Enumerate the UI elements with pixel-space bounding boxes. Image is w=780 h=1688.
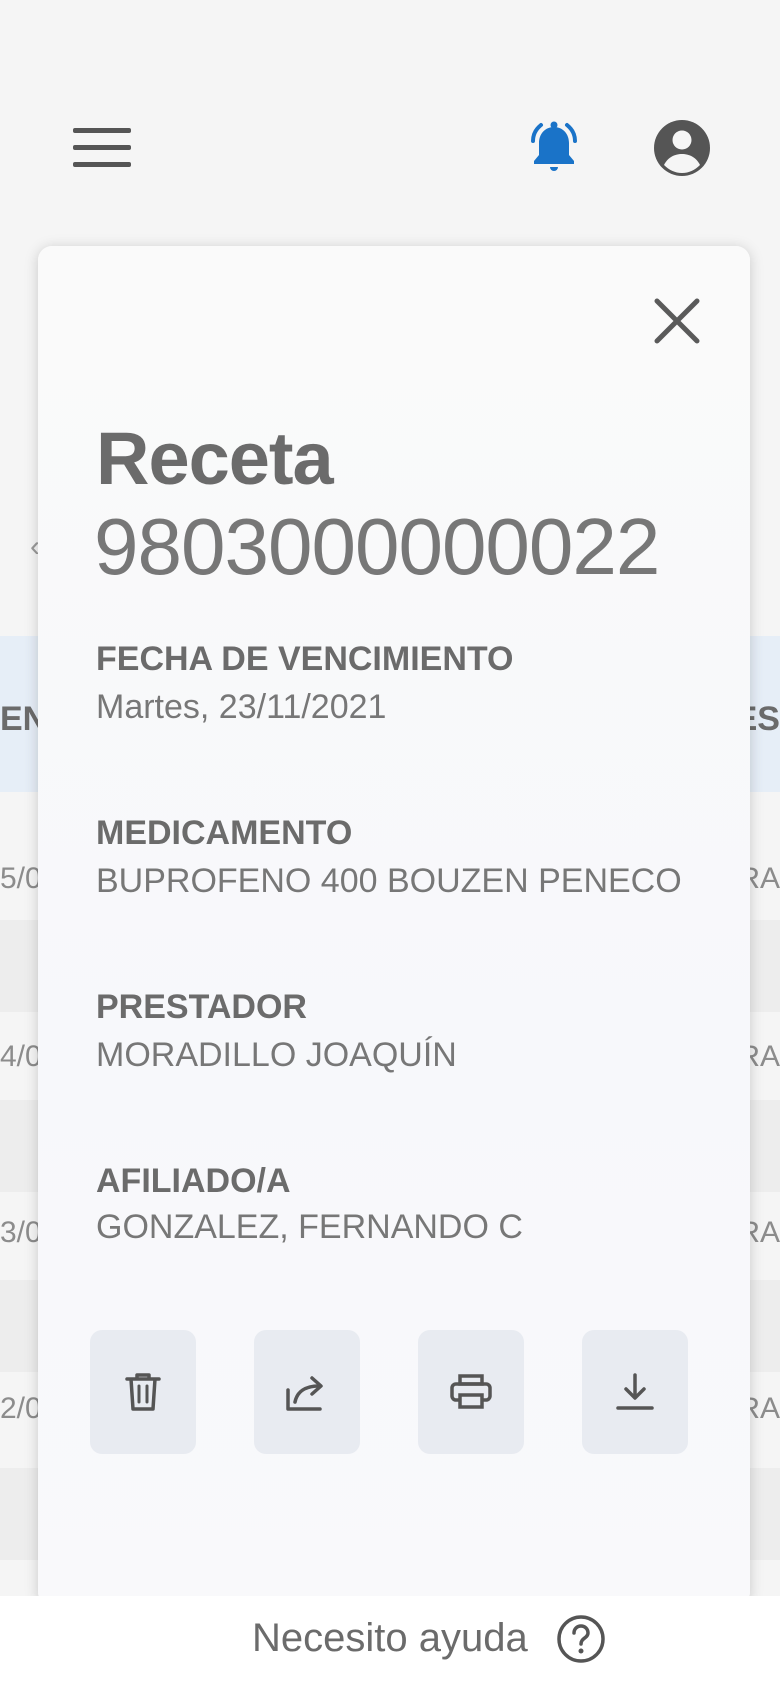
trash-icon bbox=[125, 1373, 161, 1411]
printer-icon bbox=[450, 1374, 492, 1409]
help-label[interactable]: Necesito ayuda bbox=[252, 1616, 528, 1661]
medication-label: MEDICAMENTO bbox=[96, 814, 353, 852]
page: ‹ EN RES 5/09 RA 4/07 RA 3/0 RA 2/03 RA … bbox=[0, 0, 780, 1688]
bell-ringing-icon bbox=[531, 121, 577, 171]
provider-label: PRESTADOR bbox=[96, 988, 307, 1026]
prescription-number: 9803000000022 bbox=[94, 502, 660, 591]
background-row-date: 3/0 bbox=[0, 1216, 42, 1249]
download-button[interactable] bbox=[582, 1330, 688, 1454]
share-button[interactable] bbox=[254, 1330, 360, 1454]
affiliate-label: AFILIADO/A bbox=[96, 1162, 291, 1200]
menu-button[interactable] bbox=[66, 118, 138, 178]
provider-value: MORADILLO JOAQUÍN bbox=[96, 1036, 457, 1074]
share-icon bbox=[286, 1376, 323, 1411]
question-circle-icon[interactable] bbox=[556, 1614, 606, 1664]
help-bar[interactable]: Necesito ayuda bbox=[0, 1596, 780, 1688]
modal-title: Receta bbox=[96, 417, 334, 500]
delete-button[interactable] bbox=[90, 1330, 196, 1454]
close-button[interactable] bbox=[642, 286, 712, 356]
affiliate-value: GONZALEZ, FERNANDO C bbox=[96, 1208, 523, 1246]
close-icon bbox=[654, 298, 700, 344]
download-icon bbox=[616, 1373, 654, 1410]
expiration-date-value: Martes, 23/11/2021 bbox=[96, 688, 387, 726]
top-app-bar bbox=[0, 0, 780, 230]
account-button[interactable] bbox=[646, 112, 718, 184]
expiration-date-label: FECHA DE VENCIMIENTO bbox=[96, 640, 514, 678]
medication-value: BUPROFENO 400 BOUZEN PENECO bbox=[96, 862, 682, 900]
hamburger-menu-icon bbox=[73, 128, 131, 167]
print-button[interactable] bbox=[418, 1330, 524, 1454]
prescription-modal: Receta 9803000000022 FECHA DE VENCIMIENT… bbox=[38, 246, 750, 1606]
notifications-button[interactable] bbox=[518, 112, 590, 184]
account-circle-icon bbox=[654, 120, 710, 176]
